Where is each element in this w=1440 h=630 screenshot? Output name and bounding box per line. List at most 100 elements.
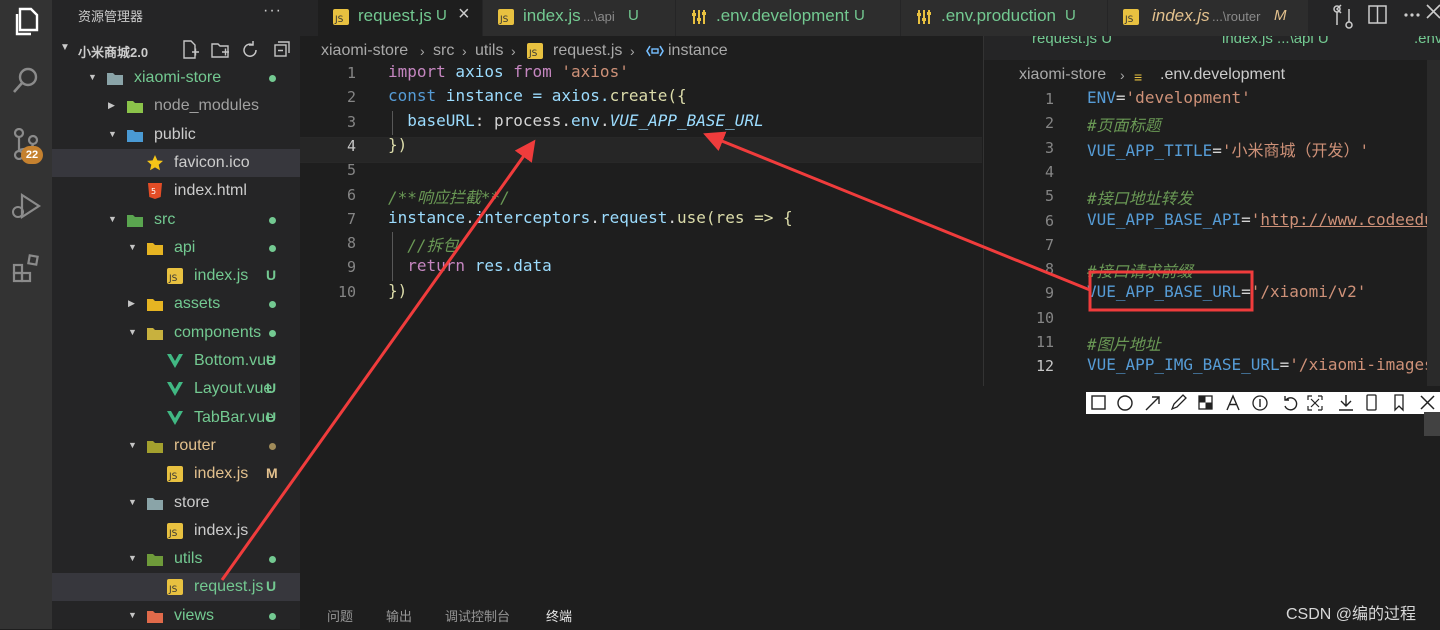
breadcrumb-item[interactable]: xiaomi-store (1019, 66, 1106, 84)
refresh-icon[interactable] (243, 41, 257, 57)
tab-label[interactable]: request.js U (1032, 36, 1112, 60)
scrollbar[interactable] (1427, 60, 1440, 386)
tree-folder[interactable]: ▼ components (52, 319, 300, 347)
fullscreen-icon[interactable] (1307, 395, 1323, 411)
split-editor-icon[interactable] (1368, 5, 1387, 24)
tab-index-js-api[interactable]: JS index.js ...\api U (483, 0, 676, 36)
pin-icon[interactable] (1394, 394, 1404, 412)
new-file-icon[interactable] (183, 40, 199, 59)
breadcrumb-item[interactable]: instance (668, 42, 728, 60)
tree-file[interactable]: JS index.js (52, 517, 300, 545)
new-folder-icon[interactable] (211, 43, 229, 58)
tree-file[interactable]: Layout.vue U (52, 375, 300, 403)
tree-folder[interactable]: ▼ utils (52, 545, 300, 573)
tab-env-development[interactable]: .env.development U (676, 0, 901, 36)
panel-tab-output[interactable]: 输出 (386, 606, 412, 625)
more-actions-icon[interactable]: ··· (263, 2, 282, 20)
code-line: #接口请求前缀 (1087, 262, 1193, 282)
tree-folder[interactable]: ▼ public (52, 121, 300, 149)
tab-request-js[interactable]: JS request.js U × (318, 0, 483, 36)
tree-file[interactable]: JS index.js M (52, 460, 300, 488)
git-status-dot (269, 442, 276, 450)
close-icon[interactable] (1420, 395, 1435, 410)
sequence-tool-icon[interactable] (1252, 395, 1268, 411)
chevron-down-icon[interactable]: ▼ (128, 553, 137, 563)
more-actions-icon[interactable] (1404, 13, 1420, 17)
secondary-tabs: request.js U index.js ...\api U .env (984, 36, 1440, 60)
tree-folder[interactable]: ▼ router (52, 432, 300, 460)
collapse-all-icon[interactable] (274, 41, 290, 57)
chevron-down-icon[interactable]: ▼ (108, 214, 117, 224)
extensions-icon[interactable] (6, 248, 46, 288)
chevron-down-icon[interactable]: ▼ (128, 440, 137, 450)
tab-env-production[interactable]: .env.production U (901, 0, 1108, 36)
tree-folder[interactable]: ▼ store (52, 489, 300, 517)
chevron-down-icon[interactable]: ▼ (88, 72, 97, 82)
close-icon[interactable]: × (458, 3, 470, 26)
text-tool-icon[interactable] (1226, 394, 1240, 411)
tab-index-js-router[interactable]: JS index.js ...\router M (1108, 0, 1309, 36)
tree-file[interactable]: TabBar.vue U (52, 404, 300, 432)
arrow-tool-icon[interactable] (1145, 396, 1160, 411)
run-debug-icon[interactable] (6, 186, 46, 226)
mosaic-tool-icon[interactable] (1198, 395, 1213, 410)
chevron-down-icon[interactable]: ▼ (128, 242, 137, 252)
chevron-down-icon[interactable]: ▼ (108, 129, 117, 139)
git-status-dot (269, 329, 276, 337)
tree-file[interactable]: JS index.js U (52, 262, 300, 290)
settings-file-icon (690, 8, 708, 31)
tree-file[interactable]: favicon.ico (52, 148, 300, 177)
tree-folder[interactable]: ▶ node_modules (52, 92, 300, 120)
screenshot-toolbar (1086, 392, 1440, 414)
chevron-right-icon[interactable]: ▶ (108, 100, 115, 111)
breadcrumb-item[interactable]: request.js (553, 42, 622, 60)
tree-folder[interactable]: ▼ views (52, 602, 300, 630)
folder-icon (146, 295, 164, 313)
tab-label[interactable]: index.js ...\api U (1222, 36, 1329, 60)
panel-tab-terminal[interactable]: 终端 (546, 606, 572, 625)
tab-label: index.js (1152, 6, 1210, 25)
phone-icon[interactable] (1366, 394, 1377, 411)
panel-tab-problems[interactable]: 问题 (327, 606, 353, 625)
chevron-down-icon[interactable]: ▼ (60, 42, 70, 53)
scrollbar-thumb[interactable] (1424, 412, 1440, 436)
code-editor[interactable]: 1 2 3 4 5 6 7 8 9 10 import axios from 'axios' cons… (300, 62, 990, 602)
tree-file[interactable]: JS request.js U (52, 573, 300, 602)
tree-folder[interactable]: ▼ xiaomi-store (52, 64, 300, 92)
explorer-icon[interactable] (6, 2, 46, 42)
project-root[interactable]: ▼ 小米商城2.0 (52, 36, 300, 64)
tab-label[interactable]: .env (1414, 36, 1440, 60)
js-file-icon: JS (332, 8, 350, 31)
breadcrumb-item[interactable]: xiaomi-store (321, 42, 408, 60)
chevron-down-icon[interactable]: ▼ (128, 610, 137, 620)
pen-tool-icon[interactable] (1170, 394, 1187, 411)
svg-text:JS: JS (499, 15, 509, 25)
download-icon[interactable] (1339, 395, 1353, 411)
search-icon[interactable] (6, 60, 46, 100)
chevron-right-icon[interactable]: ▶ (128, 298, 135, 309)
tree-file[interactable]: Bottom.vue U (52, 347, 300, 375)
tree-folder[interactable]: ▼ src (52, 206, 300, 234)
tree-item-label: request.js (194, 578, 264, 596)
code-line: import axios from 'axios' (388, 62, 629, 81)
rectangle-tool-icon[interactable] (1091, 395, 1106, 410)
git-status-badge: U (266, 408, 277, 425)
chevron-down-icon[interactable]: ▼ (128, 327, 137, 337)
close-icon[interactable] (1426, 4, 1440, 19)
breadcrumb-item[interactable]: utils (475, 42, 503, 60)
folder-icon (126, 97, 144, 115)
breadcrumb-item[interactable]: .env.development (1160, 66, 1285, 84)
code-line: baseURL: process.env.VUE_APP_BASE_URL (388, 110, 764, 130)
explorer-title: 资源管理器 (78, 9, 144, 24)
compare-changes-icon[interactable] (1333, 4, 1353, 29)
tree-folder[interactable]: ▼ api (52, 234, 300, 262)
tree-file[interactable]: 5 index.html (52, 177, 300, 205)
ellipse-tool-icon[interactable] (1117, 395, 1133, 411)
folder-icon (146, 607, 164, 625)
tree-folder[interactable]: ▶ assets (52, 290, 300, 318)
breadcrumb-item[interactable]: src (433, 42, 454, 60)
chevron-down-icon[interactable]: ▼ (128, 497, 137, 507)
undo-icon[interactable] (1284, 396, 1298, 411)
panel-tab-debug-console[interactable]: 调试控制台 (445, 606, 510, 625)
folder-icon (146, 324, 164, 342)
